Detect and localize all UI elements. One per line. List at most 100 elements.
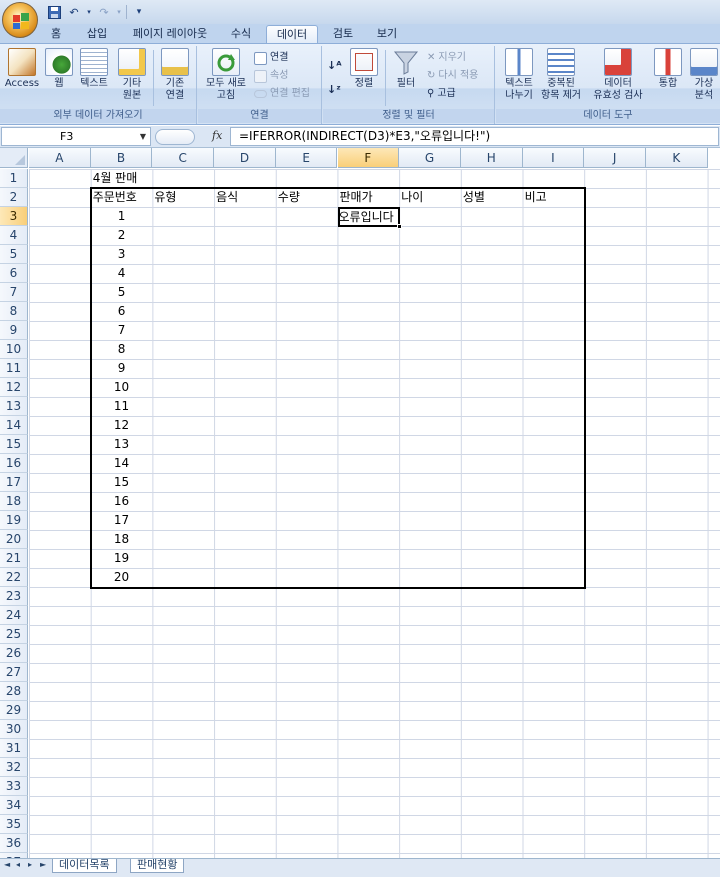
properties-button[interactable]: 속성 xyxy=(254,68,288,84)
row-header-31[interactable]: 31 xyxy=(0,739,28,758)
row-header-35[interactable]: 35 xyxy=(0,815,28,834)
row-header-3[interactable]: 3 xyxy=(0,207,28,226)
tab-insert[interactable]: 삽입 xyxy=(78,25,116,44)
row-header-22[interactable]: 22 xyxy=(0,568,28,587)
formula-input[interactable]: =IFERROR(INDIRECT(D3)*E3,"오류입니다!") xyxy=(230,127,719,146)
column-header-k[interactable]: K xyxy=(646,148,708,168)
name-box-dropdown-icon[interactable]: ▼ xyxy=(140,128,146,145)
cell-area[interactable]: 4월 판매 주문번호 유형 음식 수량 판매가 나이 성별 비고 1 2 3 4 5 6 7 8 9 10 11 1… xyxy=(29,169,720,858)
last-sheet-nav-icon[interactable]: ► xyxy=(40,860,50,870)
what-if-label-1: 가상 xyxy=(694,78,714,89)
row-header-18[interactable]: 18 xyxy=(0,492,28,511)
row-header-28[interactable]: 28 xyxy=(0,682,28,701)
redo-icon[interactable]: ↷ xyxy=(96,4,112,20)
what-if-analysis-button[interactable]: 가상 분석 xyxy=(688,48,720,102)
row-header-34[interactable]: 34 xyxy=(0,796,28,815)
column-header-j[interactable]: J xyxy=(584,148,646,168)
sort-asc-button[interactable]: ↓ᴬ xyxy=(327,58,342,74)
row-header-26[interactable]: 26 xyxy=(0,644,28,663)
row-header-17[interactable]: 17 xyxy=(0,473,28,492)
connections-button[interactable]: 연결 xyxy=(254,50,288,66)
web-button[interactable]: 웹 xyxy=(44,48,74,90)
row-header-20[interactable]: 20 xyxy=(0,530,28,549)
tab-review[interactable]: 검토 xyxy=(324,25,362,44)
save-icon[interactable] xyxy=(46,4,62,20)
formula-buttons-oval[interactable] xyxy=(155,129,195,145)
consolidate-button[interactable]: 통합 xyxy=(652,48,684,90)
row-header-32[interactable]: 32 xyxy=(0,758,28,777)
row-header-1[interactable]: 1 xyxy=(0,169,28,188)
row-header-7[interactable]: 7 xyxy=(0,283,28,302)
clear-filter-button[interactable]: ✕ 지우기 xyxy=(427,50,466,66)
advanced-filter-button[interactable]: ⚲ 고급 xyxy=(427,86,456,102)
row-header-9[interactable]: 9 xyxy=(0,321,28,340)
column-header-c[interactable]: C xyxy=(152,148,215,168)
row-header-13[interactable]: 13 xyxy=(0,397,28,416)
undo-dropdown-icon[interactable]: ▾ xyxy=(86,4,92,20)
sheet-tab-2[interactable]: 판매현황 xyxy=(130,859,185,873)
row-header-10[interactable]: 10 xyxy=(0,340,28,359)
fill-handle[interactable] xyxy=(397,224,403,229)
column-header-h[interactable]: H xyxy=(460,148,523,168)
access-button[interactable]: Access xyxy=(4,48,40,90)
tab-view[interactable]: 보기 xyxy=(368,25,406,44)
tab-home[interactable]: 홈 xyxy=(40,25,72,44)
tab-formulas[interactable]: 수식 xyxy=(222,25,260,44)
column-header-d[interactable]: D xyxy=(214,148,276,168)
first-sheet-nav-icon[interactable]: ◄ xyxy=(4,860,14,870)
redo-dropdown-icon[interactable]: ▾ xyxy=(116,4,122,20)
column-header-e[interactable]: E xyxy=(275,148,338,168)
column-header-g[interactable]: G xyxy=(399,148,461,168)
row-header-5[interactable]: 5 xyxy=(0,245,28,264)
row-header-25[interactable]: 25 xyxy=(0,625,28,644)
text-button[interactable]: 텍스트 xyxy=(76,48,112,90)
row-header-33[interactable]: 33 xyxy=(0,777,28,796)
row-header-27[interactable]: 27 xyxy=(0,663,28,682)
row-header-14[interactable]: 14 xyxy=(0,416,28,435)
row-header-30[interactable]: 30 xyxy=(0,720,28,739)
row-header-11[interactable]: 11 xyxy=(0,359,28,378)
undo-icon[interactable]: ↶ xyxy=(66,4,82,20)
row-header-8[interactable]: 8 xyxy=(0,302,28,321)
what-if-icon xyxy=(690,48,718,76)
tab-data[interactable]: 데이터 xyxy=(266,25,318,44)
row-header-16[interactable]: 16 xyxy=(0,454,28,473)
text-to-columns-button[interactable]: 텍스트 나누기 xyxy=(498,48,540,102)
row-header-4[interactable]: 4 xyxy=(0,226,28,245)
customize-qat-icon[interactable]: ▾ xyxy=(131,4,147,20)
existing-connections-button[interactable]: 기존 연결 xyxy=(157,48,193,102)
remove-duplicates-button[interactable]: 중복된 항목 제거 xyxy=(538,48,584,102)
filter-button[interactable]: 필터 xyxy=(389,48,423,90)
row-header-19[interactable]: 19 xyxy=(0,511,28,530)
reapply-button[interactable]: ↻ 다시 적용 xyxy=(427,68,478,84)
prev-sheet-nav-icon[interactable]: ◂ xyxy=(16,860,26,870)
sort-button[interactable]: 정렬 xyxy=(347,48,381,90)
row-header-15[interactable]: 15 xyxy=(0,435,28,454)
column-header-i[interactable]: I xyxy=(522,148,585,168)
name-box[interactable]: F3 ▼ xyxy=(1,127,151,146)
tab-page-layout[interactable]: 페이지 레이아웃 xyxy=(122,25,218,44)
sort-desc-button[interactable]: ↓ᶻ xyxy=(327,82,341,98)
office-button[interactable] xyxy=(2,2,38,38)
row-header-6[interactable]: 6 xyxy=(0,264,28,283)
refresh-all-button[interactable]: 모두 새로 고침 xyxy=(200,48,252,102)
column-header-a[interactable]: A xyxy=(29,148,91,168)
row-header-12[interactable]: 12 xyxy=(0,378,28,397)
column-header-b[interactable]: B xyxy=(90,148,153,168)
column-header-f[interactable]: F xyxy=(337,148,400,168)
row-header-2[interactable]: 2 xyxy=(0,188,28,207)
select-all-corner[interactable] xyxy=(0,148,28,168)
row-header-23[interactable]: 23 xyxy=(0,587,28,606)
row-header-29[interactable]: 29 xyxy=(0,701,28,720)
data-validation-button[interactable]: 데이터 유효성 검사 xyxy=(586,48,650,102)
other-sources-button[interactable]: 기타 원본 xyxy=(114,48,150,102)
fx-icon[interactable]: fx xyxy=(212,129,222,142)
row-header-21[interactable]: 21 xyxy=(0,549,28,568)
row-header-24[interactable]: 24 xyxy=(0,606,28,625)
sheet-tab-1[interactable]: 데이터목록 xyxy=(52,859,117,873)
next-sheet-nav-icon[interactable]: ▸ xyxy=(28,860,38,870)
title-cell[interactable]: 4월 판매 xyxy=(93,169,138,187)
active-cell[interactable]: 오류입니다 xyxy=(337,207,403,229)
row-header-36[interactable]: 36 xyxy=(0,834,28,853)
edit-links-button[interactable]: 연결 편집 xyxy=(254,86,310,102)
